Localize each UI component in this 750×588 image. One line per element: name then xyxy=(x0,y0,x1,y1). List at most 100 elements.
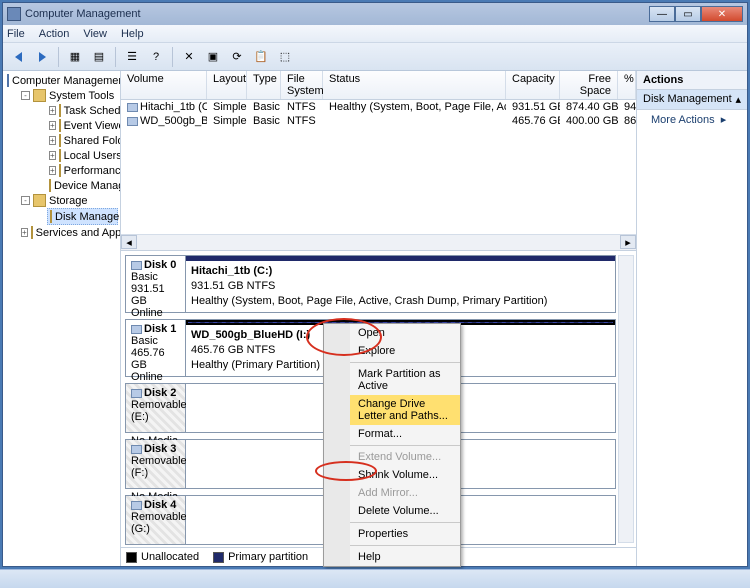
arrow-right-icon xyxy=(39,52,46,62)
ctx-properties[interactable]: Properties xyxy=(350,525,460,543)
toolbar-btn-1[interactable]: ▦ xyxy=(64,46,86,68)
menubar: File Action View Help xyxy=(3,25,747,43)
col-free[interactable]: Free Space xyxy=(560,71,618,99)
ctx-add-mirror: Add Mirror... xyxy=(350,484,460,502)
toolbar-btn-8[interactable]: 📋 xyxy=(250,46,272,68)
volume-icon xyxy=(127,103,138,112)
volume-row[interactable]: WD_500gb_BlueHD (I:) Simple Basic NTFS 4… xyxy=(121,114,636,128)
tree-performance[interactable]: +Performance xyxy=(47,163,118,178)
folder-icon xyxy=(59,104,61,117)
expand-icon[interactable]: + xyxy=(49,136,56,145)
titlebar[interactable]: Computer Management — ▭ ✕ xyxy=(3,3,747,25)
col-type[interactable]: Type xyxy=(247,71,281,99)
expand-icon[interactable]: + xyxy=(21,228,28,237)
forward-button[interactable] xyxy=(31,46,53,68)
folder-icon xyxy=(59,134,61,147)
volume-row[interactable]: Hitachi_1tb (C:) Simple Basic NTFS Healt… xyxy=(121,100,636,114)
toolbar-btn-6[interactable]: ▣ xyxy=(202,46,224,68)
close-button[interactable]: ✕ xyxy=(701,6,743,22)
tree-root[interactable]: Computer Management (Local xyxy=(5,73,118,88)
minimize-button[interactable]: — xyxy=(649,6,675,22)
tree-storage[interactable]: -Storage xyxy=(19,193,118,208)
folder-icon xyxy=(59,164,61,177)
col-capacity[interactable]: Capacity xyxy=(506,71,560,99)
collapse-icon[interactable]: - xyxy=(21,91,30,100)
disk-icon xyxy=(131,501,142,510)
window-title: Computer Management xyxy=(25,8,649,20)
menu-file[interactable]: File xyxy=(7,28,25,40)
expand-icon[interactable]: + xyxy=(49,121,56,130)
volume-table[interactable]: Volume Layout Type File System Status Ca… xyxy=(121,71,636,251)
toolbar-btn-9[interactable]: ⬚ xyxy=(274,46,296,68)
disk-icon xyxy=(131,445,142,454)
col-volume[interactable]: Volume xyxy=(121,71,207,99)
context-menu: Open Explore Mark Partition as Active Ch… xyxy=(323,323,461,567)
toolbar-btn-2[interactable]: ▤ xyxy=(88,46,110,68)
menu-view[interactable]: View xyxy=(83,28,107,40)
ctx-format[interactable]: Format... xyxy=(350,425,460,443)
disk-block[interactable]: Disk 0 Basic 931.51 GB Online Hitachi_1t… xyxy=(125,255,616,313)
ctx-open[interactable]: Open xyxy=(350,324,460,342)
tree-shared-folders[interactable]: +Shared Folders xyxy=(47,133,118,148)
back-button[interactable] xyxy=(7,46,29,68)
maximize-button[interactable]: ▭ xyxy=(675,6,701,22)
tools-icon xyxy=(33,89,46,102)
computer-icon xyxy=(7,74,9,87)
disk-icon xyxy=(131,261,142,270)
arrow-left-icon xyxy=(15,52,22,62)
actions-header: Actions xyxy=(637,71,747,90)
toolbar-btn-7[interactable]: ⟳ xyxy=(226,46,248,68)
ctx-mark-active[interactable]: Mark Partition as Active xyxy=(350,365,460,395)
ctx-change-drive-letter[interactable]: Change Drive Letter and Paths... xyxy=(350,395,460,425)
ctx-shrink[interactable]: Shrink Volume... xyxy=(350,466,460,484)
col-layout[interactable]: Layout xyxy=(207,71,247,99)
tree-event-viewer[interactable]: +Event Viewer xyxy=(47,118,118,133)
col-pctfree[interactable]: % xyxy=(618,71,636,99)
ctx-separator xyxy=(350,522,460,523)
actions-scope[interactable]: Disk Management▴ xyxy=(637,90,747,110)
toolbar-separator xyxy=(172,47,173,67)
volume-icon xyxy=(127,117,138,126)
expand-icon[interactable]: + xyxy=(49,151,56,160)
tree-task-scheduler[interactable]: +Task Scheduler xyxy=(47,103,118,118)
ctx-separator xyxy=(350,362,460,363)
col-fs[interactable]: File System xyxy=(281,71,323,99)
disk-icon xyxy=(131,325,142,334)
ctx-extend: Extend Volume... xyxy=(350,448,460,466)
ctx-separator xyxy=(350,445,460,446)
collapse-icon[interactable]: - xyxy=(21,196,30,205)
folder-icon xyxy=(59,149,61,162)
tree-device-manager[interactable]: Device Manager xyxy=(47,178,118,193)
ctx-delete[interactable]: Delete Volume... xyxy=(350,502,460,520)
taskbar[interactable] xyxy=(0,569,750,588)
tree-local-users[interactable]: +Local Users and Groups xyxy=(47,148,118,163)
device-icon xyxy=(49,179,51,192)
expand-icon[interactable]: + xyxy=(49,166,56,175)
nav-tree[interactable]: Computer Management (Local -System Tools… xyxy=(3,71,121,566)
folder-icon xyxy=(59,119,61,132)
toolbar-btn-3[interactable]: ☰ xyxy=(121,46,143,68)
disk-icon xyxy=(131,389,142,398)
h-scrollbar[interactable]: ◂ ▸ xyxy=(121,234,636,250)
volume-table-header[interactable]: Volume Layout Type File System Status Ca… xyxy=(121,71,636,100)
scroll-left-button[interactable]: ◂ xyxy=(121,235,137,249)
tree-system-tools[interactable]: -System Tools xyxy=(19,88,118,103)
more-actions[interactable]: More Actions ▸ xyxy=(637,110,747,129)
disk-icon xyxy=(50,210,52,223)
ctx-explore[interactable]: Explore xyxy=(350,342,460,360)
tree-disk-management[interactable]: Disk Management xyxy=(47,208,118,225)
scroll-right-button[interactable]: ▸ xyxy=(620,235,636,249)
toolbar-separator xyxy=(58,47,59,67)
chevron-up-icon: ▴ xyxy=(735,93,741,106)
ctx-separator xyxy=(350,545,460,546)
col-status[interactable]: Status xyxy=(323,71,506,99)
toolbar-btn-4[interactable]: ? xyxy=(145,46,167,68)
tree-services[interactable]: +Services and Applications xyxy=(19,225,118,240)
ctx-help[interactable]: Help xyxy=(350,548,460,566)
expand-icon[interactable]: + xyxy=(49,106,56,115)
v-scrollbar[interactable] xyxy=(618,255,634,543)
menu-help[interactable]: Help xyxy=(121,28,144,40)
toolbar-btn-5[interactable]: ✕ xyxy=(178,46,200,68)
menu-action[interactable]: Action xyxy=(39,28,70,40)
actions-pane: Actions Disk Management▴ More Actions ▸ xyxy=(637,71,747,566)
